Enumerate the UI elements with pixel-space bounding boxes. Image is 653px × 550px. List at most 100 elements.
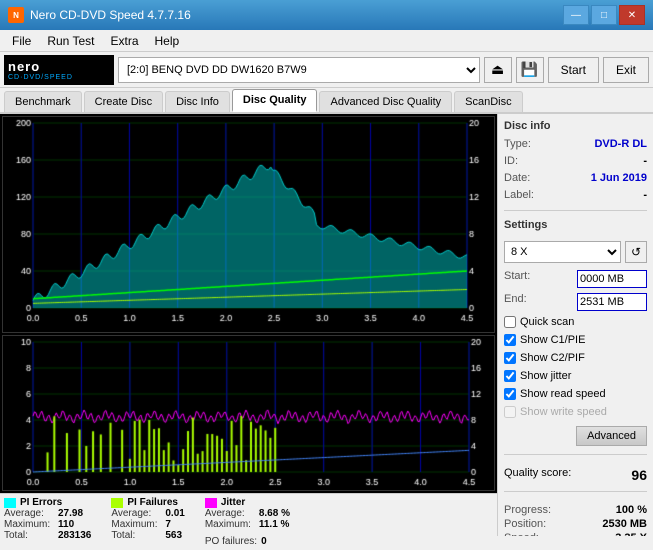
quality-score-label: Quality score: <box>504 467 571 483</box>
show-c2-pif-checkbox[interactable] <box>504 352 516 364</box>
tab-advanced-disc-quality[interactable]: Advanced Disc Quality <box>319 91 452 112</box>
maximize-button[interactable]: □ <box>591 5 617 25</box>
pi-failures-title: PI Failures <box>127 497 178 508</box>
pi-errors-avg-value: 27.98 <box>58 508 83 519</box>
window-controls: — □ ✕ <box>563 5 645 25</box>
menu-run-test[interactable]: Run Test <box>39 32 102 50</box>
quality-score-value: 96 <box>631 467 647 483</box>
date-label: Date: <box>504 172 530 184</box>
divider2 <box>504 454 647 455</box>
position-value: 2530 MB <box>602 518 647 530</box>
show-c2-pif-row: Show C2/PIF <box>504 352 647 364</box>
titlebar: N Nero CD-DVD Speed 4.7.7.16 — □ ✕ <box>0 0 653 30</box>
legend-pi-errors: PI Errors Average:27.98 Maximum:110 Tota… <box>4 497 91 547</box>
pi-failures-max-value: 7 <box>165 519 171 530</box>
drive-select[interactable]: [2:0] BENQ DVD DD DW1620 B7W9 <box>118 57 480 83</box>
close-button[interactable]: ✕ <box>619 5 645 25</box>
tabs: Benchmark Create Disc Disc Info Disc Qua… <box>0 88 653 114</box>
exit-button[interactable]: Exit <box>603 57 649 83</box>
show-c1-pie-label: Show C1/PIE <box>520 334 585 346</box>
show-c2-pif-label: Show C2/PIF <box>520 352 585 364</box>
jitter-color <box>205 498 217 508</box>
menu-extra[interactable]: Extra <box>102 32 146 50</box>
show-write-speed-row: Show write speed <box>504 406 647 418</box>
progress-value: 100 % <box>616 504 647 516</box>
menu-file[interactable]: File <box>4 32 39 50</box>
show-read-speed-row: Show read speed <box>504 388 647 400</box>
date-value: 1 Jun 2019 <box>591 172 647 184</box>
save-button[interactable]: 💾 <box>516 57 544 83</box>
legend: PI Errors Average:27.98 Maximum:110 Tota… <box>0 493 497 550</box>
pi-failures-color <box>111 498 123 508</box>
pi-failures-avg-value: 0.01 <box>165 508 184 519</box>
eject-button[interactable]: ⏏ <box>484 57 512 83</box>
minimize-button[interactable]: — <box>563 5 589 25</box>
show-jitter-label: Show jitter <box>520 370 571 382</box>
quality-score-row: Quality score: 96 <box>504 467 647 483</box>
speed-select[interactable]: 8 X4 X12 X16 X <box>504 241 621 263</box>
tab-disc-info[interactable]: Disc Info <box>165 91 230 112</box>
legend-pi-failures: PI Failures Average:0.01 Maximum:7 Total… <box>111 497 184 547</box>
end-label: End: <box>504 293 527 311</box>
po-failures-value: 0 <box>261 536 267 547</box>
quick-scan-checkbox[interactable] <box>504 316 516 328</box>
show-read-speed-checkbox[interactable] <box>504 388 516 400</box>
toolbar: nero CD·DVD/SPEED [2:0] BENQ DVD DD DW16… <box>0 52 653 88</box>
settings-title: Settings <box>504 219 647 231</box>
show-jitter-row: Show jitter <box>504 370 647 382</box>
pi-errors-avg-label: Average: <box>4 508 54 519</box>
show-read-speed-label: Show read speed <box>520 388 606 400</box>
po-failures-label: PO failures: <box>205 536 257 547</box>
jitter-max-label: Maximum: <box>205 519 255 530</box>
pi-errors-color <box>4 498 16 508</box>
right-panel: Disc info Type: DVD-R DL ID: - Date: 1 J… <box>497 114 653 536</box>
disc-info-title: Disc info <box>504 120 647 132</box>
progress-label: Progress: <box>504 504 551 516</box>
label-label: Label: <box>504 189 534 201</box>
pi-errors-max-label: Maximum: <box>4 519 54 530</box>
pi-errors-title: PI Errors <box>20 497 62 508</box>
pi-failures-max-label: Maximum: <box>111 519 161 530</box>
progress-rows: Progress: 100 % Position: 2530 MB Speed:… <box>504 504 647 536</box>
bottom-chart <box>2 335 495 491</box>
legend-jitter: Jitter Average:8.68 % Maximum:11.1 % PO … <box>205 497 290 547</box>
start-button[interactable]: Start <box>548 57 599 83</box>
top-chart <box>2 116 495 333</box>
speed-label: Speed: <box>504 532 539 536</box>
main-content: PI Errors Average:27.98 Maximum:110 Tota… <box>0 114 653 536</box>
tab-scandisc[interactable]: ScanDisc <box>454 91 522 112</box>
tab-disc-quality[interactable]: Disc Quality <box>232 89 318 112</box>
end-input[interactable] <box>577 293 647 311</box>
speed-value: 3.35 X <box>615 532 647 536</box>
show-c1-pie-row: Show C1/PIE <box>504 334 647 346</box>
tab-create-disc[interactable]: Create Disc <box>84 91 163 112</box>
quick-scan-row: Quick scan <box>504 316 647 328</box>
pi-errors-max-value: 110 <box>58 519 74 530</box>
quick-scan-label: Quick scan <box>520 316 574 328</box>
logo: nero CD·DVD/SPEED <box>4 55 114 85</box>
show-write-speed-checkbox[interactable] <box>504 406 516 418</box>
show-c1-pie-checkbox[interactable] <box>504 334 516 346</box>
id-label: ID: <box>504 155 518 167</box>
show-write-speed-label: Show write speed <box>520 406 607 418</box>
menubar: File Run Test Extra Help <box>0 30 653 52</box>
jitter-title: Jitter <box>221 497 245 508</box>
pi-failures-avg-label: Average: <box>111 508 161 519</box>
type-label: Type: <box>504 138 531 150</box>
menu-help[interactable]: Help <box>147 32 188 50</box>
start-input[interactable] <box>577 270 647 288</box>
bottom-chart-canvas <box>3 336 494 490</box>
top-chart-canvas <box>3 117 492 326</box>
label-value: - <box>643 189 647 201</box>
position-label: Position: <box>504 518 546 530</box>
show-jitter-checkbox[interactable] <box>504 370 516 382</box>
jitter-max-value: 11.1 % <box>259 519 290 530</box>
refresh-button[interactable]: ↺ <box>625 241 647 263</box>
tab-benchmark[interactable]: Benchmark <box>4 91 82 112</box>
divider3 <box>504 491 647 492</box>
app-title: Nero CD-DVD Speed 4.7.7.16 <box>30 8 191 22</box>
advanced-button[interactable]: Advanced <box>576 426 647 446</box>
id-value: - <box>643 155 647 167</box>
divider1 <box>504 210 647 211</box>
type-value: DVD-R DL <box>594 138 647 150</box>
